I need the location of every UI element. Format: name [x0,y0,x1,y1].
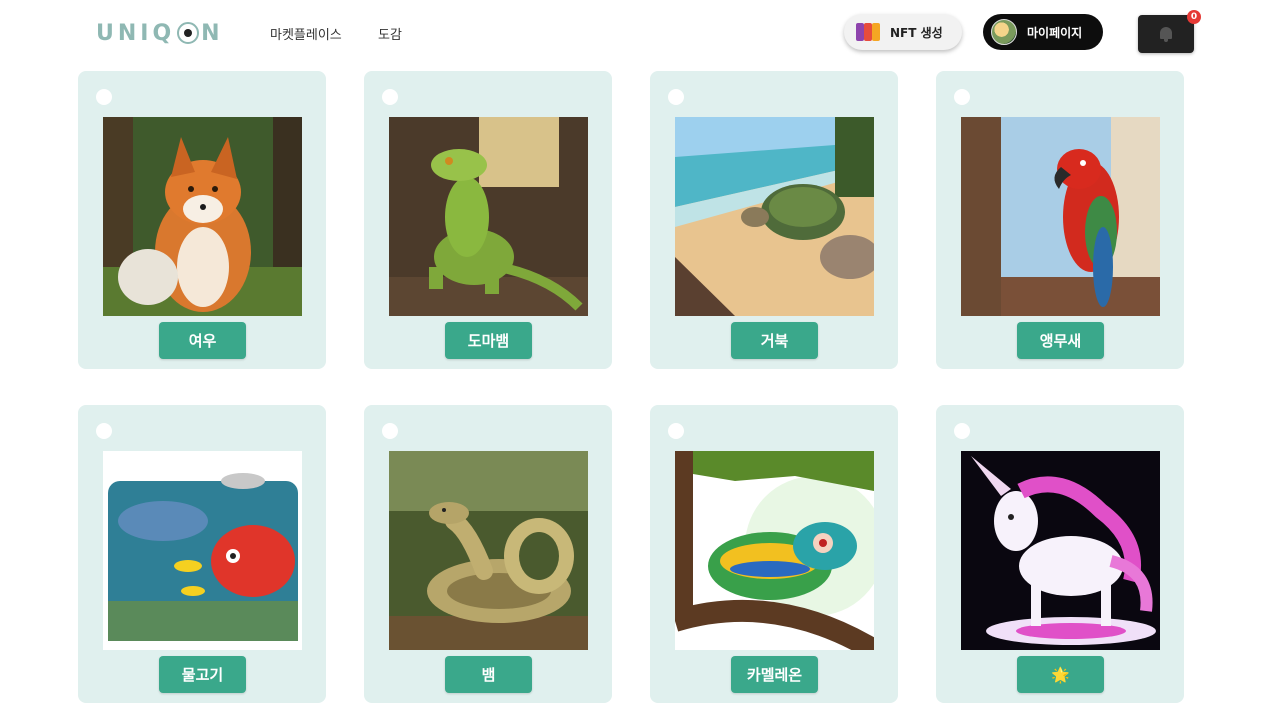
card-label-button[interactable]: 거북 [731,322,818,359]
card-turtle[interactable]: 거북 [650,71,898,369]
select-dot[interactable] [954,89,970,105]
select-dot[interactable] [96,423,112,439]
panda-icon [177,22,200,44]
turtle-image [675,117,874,316]
card-unicorn[interactable]: 🌟 [936,405,1184,703]
nav-dogam[interactable]: 도감 [378,24,402,43]
fish-image [103,451,302,650]
card-parrot[interactable]: 앵무새 [936,71,1184,369]
logo[interactable]: UNIQ N [96,18,224,48]
mypage-label: 마이페이지 [1027,25,1083,40]
card-label-button[interactable]: 여우 [159,322,246,359]
card-label-button[interactable]: 뱀 [445,656,532,693]
card-label-button[interactable]: 물고기 [159,656,246,693]
card-chameleon[interactable]: 카멜레온 [650,405,898,703]
mypage-button[interactable]: 마이페이지 [983,14,1103,50]
card-snake[interactable]: 뱀 [364,405,612,703]
fox-image [103,117,302,316]
select-dot[interactable] [954,423,970,439]
notification-badge: 0 [1187,10,1201,24]
avatar [991,19,1017,45]
card-fish[interactable]: 물고기 [78,405,326,703]
parrot-image [961,117,1160,316]
card-lizard[interactable]: 도마뱀 [364,71,612,369]
snake-image [389,451,588,650]
bell-icon [1159,26,1173,42]
unicorn-image [961,451,1160,650]
select-dot[interactable] [668,423,684,439]
select-dot[interactable] [382,423,398,439]
card-fox[interactable]: 여우 [78,71,326,369]
card-label-button[interactable]: 🌟 [1017,656,1104,693]
lizard-image [389,117,588,316]
header: UNIQ N 마켓플레이스 도감 NFT 생성 마이페이지 0 [0,0,1280,66]
card-label-button[interactable]: 카멜레온 [731,656,818,693]
select-dot[interactable] [96,89,112,105]
card-label-button[interactable]: 앵무새 [1017,322,1104,359]
chameleon-image [675,451,874,650]
select-dot[interactable] [382,89,398,105]
card-label-button[interactable]: 도마뱀 [445,322,532,359]
nft-cards-icon [856,21,882,43]
select-dot[interactable] [668,89,684,105]
nft-create-button[interactable]: NFT 생성 [844,14,962,50]
nav-marketplace[interactable]: 마켓플레이스 [270,24,342,43]
notification-button[interactable] [1138,15,1194,53]
nft-create-label: NFT 생성 [890,25,943,40]
